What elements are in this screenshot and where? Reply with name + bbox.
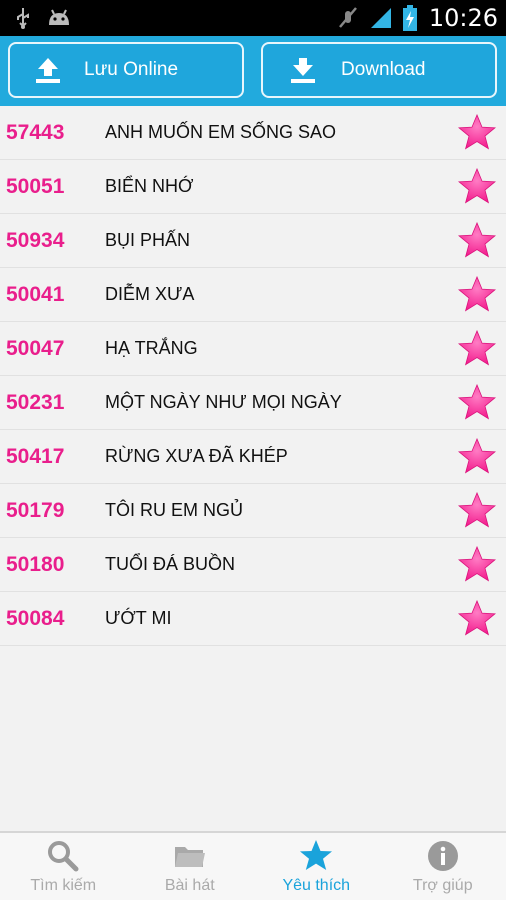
upload-online-label: Lưu Online [84,59,179,80]
star-icon [300,840,333,870]
song-code: 50051 [6,174,65,198]
favorite-star-icon[interactable] [458,222,496,260]
download-button[interactable]: Download [261,42,497,98]
download-label: Download [341,59,426,80]
bottom-tab-bar: Tìm kiếm Bài hát Yêu thích Trợ giúp [0,831,506,900]
song-code: 50047 [6,336,65,360]
song-code: 50041 [6,282,65,306]
favorite-star-icon[interactable] [458,168,496,206]
song-title: MỘT NGÀY NHƯ MỌI NGÀY [105,392,342,412]
list-item[interactable]: 50417 RỪNG XƯA ĐÃ KHÉP [0,430,506,484]
list-item[interactable]: 50047 HẠ TRẮNG [0,322,506,376]
favorite-star-icon[interactable] [458,600,496,638]
info-icon [427,841,458,871]
tab-label: Bài hát [164,877,215,894]
song-code: 50934 [6,228,65,252]
android-icon [49,9,69,25]
favorites-list: 57443 ANH MUỐN EM SỐNG SAO 50051 BIỂN NH… [0,106,506,831]
favorite-star-icon[interactable] [458,492,496,530]
status-bar: 10:26 [0,0,506,36]
tab-songs[interactable]: Bài hát [127,833,254,900]
song-title: TÔI RU EM NGỦ [105,500,243,520]
song-code: 50231 [6,390,65,414]
favorite-star-icon[interactable] [458,438,496,476]
song-code: 57443 [6,120,65,144]
song-code: 50180 [6,552,65,576]
list-item[interactable]: 50231 MỘT NGÀY NHƯ MỌI NGÀY [0,376,506,430]
list-item[interactable]: 50180 TUỔI ĐÁ BUỒN [0,538,506,592]
favorite-star-icon[interactable] [458,546,496,584]
song-code: 50179 [6,498,65,522]
song-code: 50417 [6,444,65,468]
upload-online-button[interactable]: Lưu Online [8,42,244,98]
favorite-star-icon[interactable] [458,384,496,422]
list-item[interactable]: 50084 ƯỚT MI [0,592,506,646]
song-code: 50084 [6,606,65,630]
song-title: RỪNG XƯA ĐÃ KHÉP [105,446,288,466]
song-title: ƯỚT MI [105,608,172,628]
usb-icon [17,8,29,29]
list-item[interactable]: 57443 ANH MUỐN EM SỐNG SAO [0,106,506,160]
folder-icon [174,847,205,867]
list-item[interactable]: 50179 TÔI RU EM NGỦ [0,484,506,538]
favorite-star-icon[interactable] [458,276,496,314]
upload-icon [36,58,60,83]
song-title: TUỔI ĐÁ BUỒN [105,554,236,574]
song-title: DIỄM XƯA [105,284,195,304]
favorite-star-icon[interactable] [458,114,496,152]
mute-icon [338,7,357,28]
tab-label: Yêu thích [282,877,351,894]
tab-label: Tìm kiếm [30,877,97,894]
tab-help[interactable]: Trợ giúp [380,833,506,900]
search-icon [48,841,79,872]
song-title: BIỂN NHỚ [105,176,194,196]
signal-icon [370,8,391,28]
favorite-star-icon[interactable] [458,330,496,368]
list-item[interactable]: 50934 BỤI PHẤN [0,214,506,268]
clock: 10:26 [428,4,498,32]
song-title: HẠ TRẮNG [105,338,198,358]
action-bar: Lưu Online Download [0,36,506,106]
download-icon [291,58,315,83]
song-title: BỤI PHẤN [105,230,191,250]
tab-label: Trợ giúp [412,877,473,894]
list-item[interactable]: 50051 BIỂN NHỚ [0,160,506,214]
song-title: ANH MUỐN EM SỐNG SAO [105,122,337,142]
tab-search[interactable]: Tìm kiếm [0,833,127,900]
battery-charging-icon [402,5,417,31]
tab-favorites[interactable]: Yêu thích [253,833,380,900]
list-item[interactable]: 50041 DIỄM XƯA [0,268,506,322]
